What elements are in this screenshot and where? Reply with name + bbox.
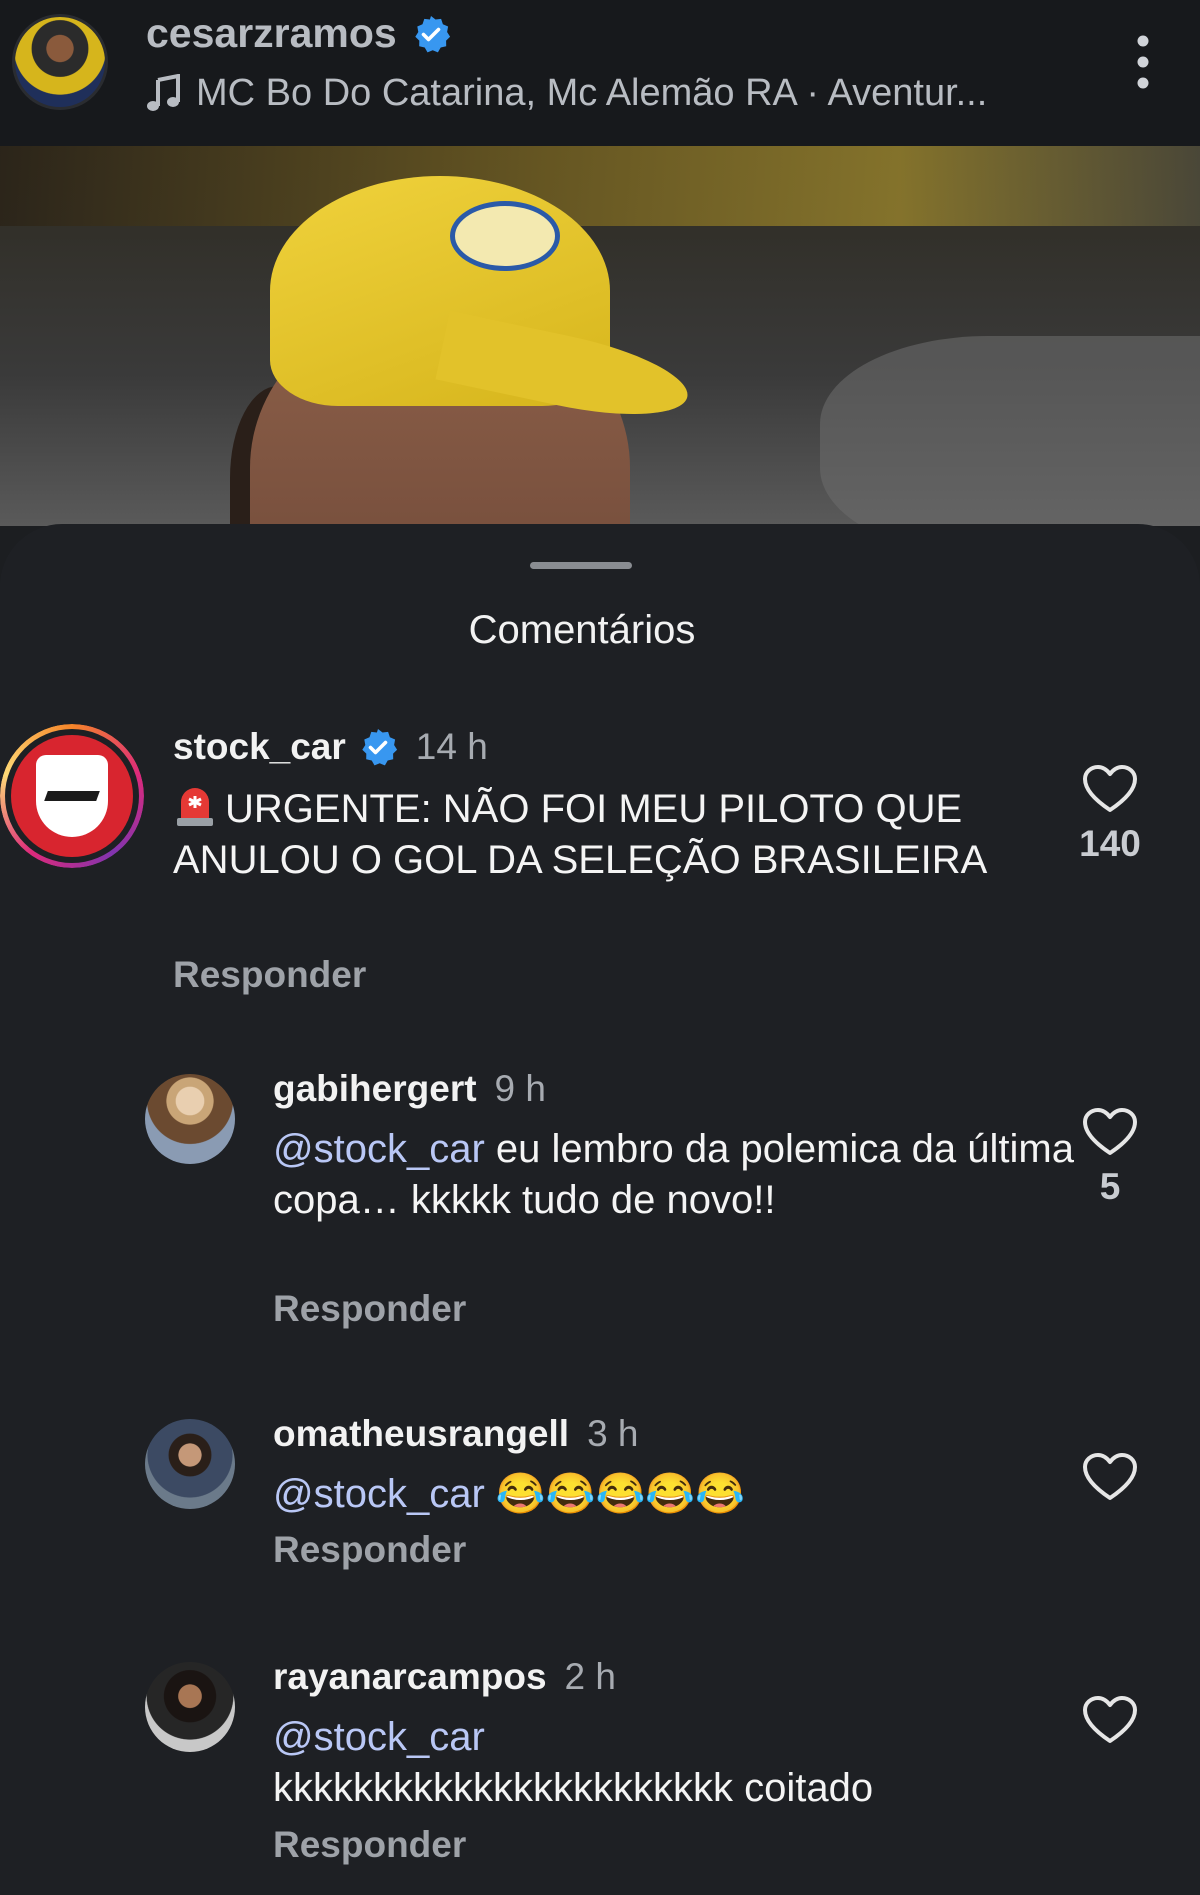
comment-time: 3 h — [587, 1413, 639, 1454]
commenter-avatar[interactable] — [145, 1662, 235, 1752]
like-heart-icon[interactable] — [1082, 1107, 1138, 1157]
comment-time: 9 h — [494, 1068, 546, 1109]
commenter-username[interactable]: stock_car — [173, 726, 346, 768]
music-row[interactable]: MC Bo Do Catarina, Mc Alemão RA · Aventu… — [146, 72, 987, 115]
comments-sheet: Comentários stock_car 14 h URGENTE: NÃO … — [0, 524, 1200, 1895]
mention-link[interactable]: @stock_car — [273, 1127, 485, 1171]
comment-text-block: @stock_car kkkkkkkkkkkkkkkkkkkkkkk coita… — [273, 1712, 1133, 1814]
comment-header: stock_car 14 h — [173, 726, 488, 768]
sheet-title: Comentários — [468, 608, 696, 652]
comment-header: gabihergert 9 h — [273, 1068, 546, 1110]
story-ring — [0, 724, 144, 868]
comment-text-block: @stock_car eu lembro da polemica da últi… — [273, 1124, 1133, 1226]
like-heart-icon[interactable] — [1082, 1695, 1138, 1745]
post-header: cesarzramos MC Bo Do Catarina, Mc Alemão… — [0, 0, 1200, 146]
laughing-emoji-icons: 😂😂😂😂😂 — [495, 1472, 745, 1516]
commenter-avatar[interactable] — [0, 724, 144, 868]
reply-button[interactable]: Responder — [273, 1824, 466, 1866]
media-cap-logo — [450, 201, 560, 271]
mention-link[interactable]: @stock_car — [273, 1712, 1133, 1763]
media-background-stripe — [0, 146, 1200, 226]
shield-icon — [36, 755, 108, 837]
like-heart-icon[interactable] — [1082, 764, 1138, 814]
like-heart-icon[interactable] — [1082, 1452, 1138, 1502]
commenter-username[interactable]: omatheusrangell — [273, 1413, 569, 1455]
mention-link[interactable]: @stock_car — [273, 1472, 485, 1516]
commenter-avatar[interactable] — [145, 1419, 235, 1509]
verified-badge-icon — [362, 729, 397, 766]
comment-text: URGENTE: NÃO FOI MEU PILOTO QUE ANULOU O… — [173, 787, 988, 882]
commenter-username[interactable]: rayanarcampos — [273, 1656, 547, 1698]
comment-text: kkkkkkkkkkkkkkkkkkkkkkk coitado — [273, 1766, 874, 1810]
comment-text-block: URGENTE: NÃO FOI MEU PILOTO QUE ANULOU O… — [173, 784, 1033, 886]
comment-header: rayanarcampos 2 h — [273, 1656, 616, 1698]
post-media[interactable] — [0, 146, 1200, 526]
comment-text-block: @stock_car 😂😂😂😂😂 — [273, 1469, 1133, 1520]
commenter-avatar[interactable] — [145, 1074, 235, 1164]
author-username[interactable]: cesarzramos — [146, 10, 397, 57]
comment-header: omatheusrangell 3 h — [273, 1413, 639, 1455]
comment-time: 2 h — [564, 1656, 616, 1697]
like-count: 5 — [1099, 1166, 1121, 1207]
author-username-row[interactable]: cesarzramos — [146, 10, 451, 57]
reply-button[interactable]: Responder — [273, 1288, 466, 1330]
stock-car-logo — [11, 735, 133, 857]
siren-emoji-icon — [177, 788, 213, 826]
sheet-drag-handle[interactable] — [530, 562, 632, 569]
music-note-icon — [147, 73, 180, 111]
media-background-shape — [820, 336, 1200, 526]
reply-button[interactable]: Responder — [173, 954, 366, 996]
author-avatar[interactable] — [12, 14, 108, 110]
verified-badge-icon — [415, 15, 450, 52]
music-label: MC Bo Do Catarina, Mc Alemão RA · Aventu… — [196, 72, 988, 114]
comment-time: 14 h — [415, 726, 488, 767]
more-options-icon[interactable] — [1136, 34, 1150, 90]
like-count: 140 — [1079, 823, 1141, 864]
reply-button[interactable]: Responder — [273, 1529, 466, 1571]
commenter-username[interactable]: gabihergert — [273, 1068, 477, 1110]
